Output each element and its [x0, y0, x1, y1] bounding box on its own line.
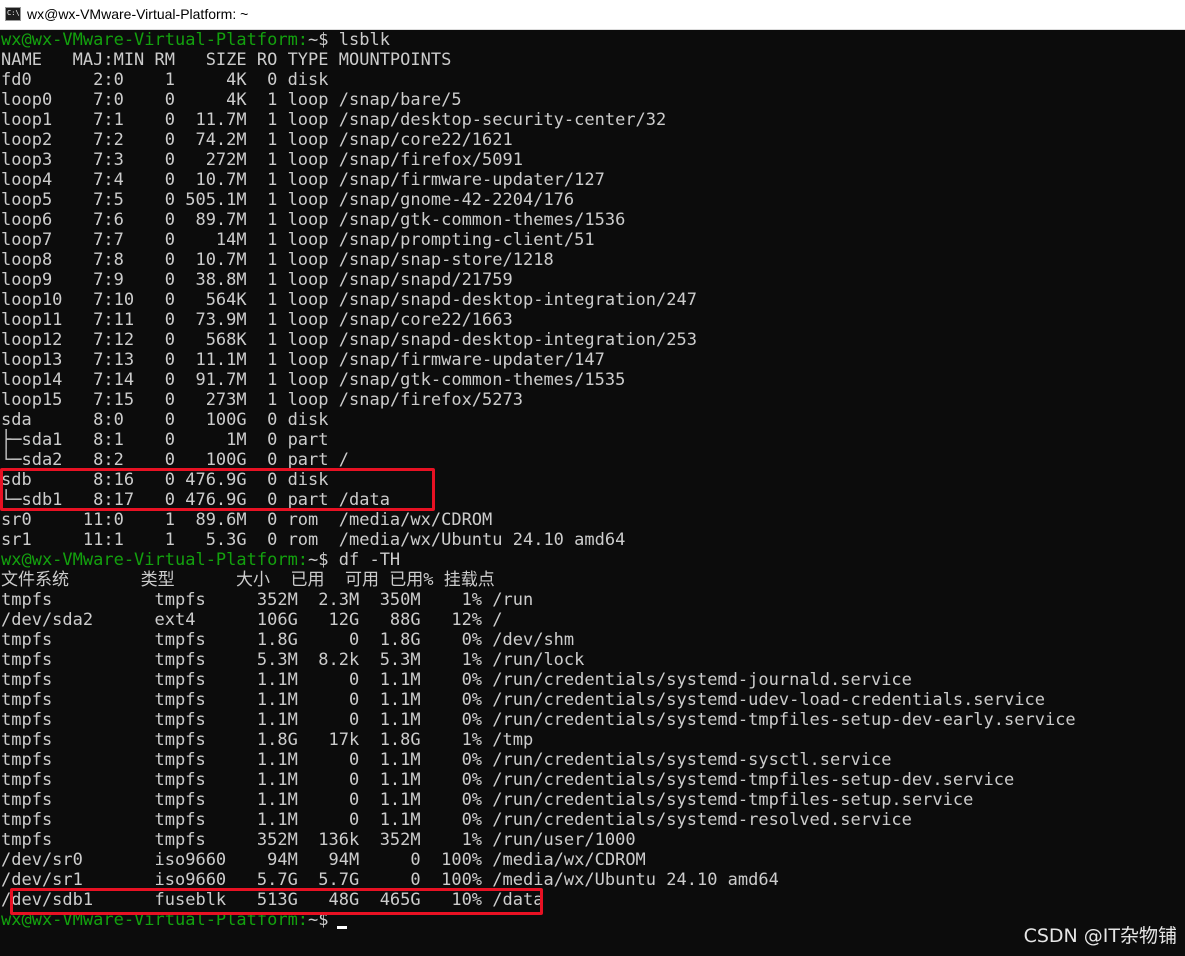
terminal-line: loop14 7:14 0 91.7M 1 loop /snap/gtk-com…	[1, 370, 626, 390]
shell-prompt: wx@wx-VMware-Virtual-Platform:	[1, 550, 309, 570]
terminal-line: loop0 7:0 0 4K 1 loop /snap/bare/5	[1, 90, 462, 110]
window-title: wx@wx-VMware-Virtual-Platform: ~	[27, 6, 249, 22]
terminal-line: /dev/sda2 ext4 106G 12G 88G 12% /	[1, 610, 503, 630]
shell-prompt: wx@wx-VMware-Virtual-Platform:	[1, 30, 309, 50]
terminal-line: tmpfs tmpfs 352M 136k 352M 1% /run/user/…	[1, 830, 636, 850]
terminal-line: sr0 11:0 1 89.6M 0 rom /media/wx/CDROM	[1, 510, 493, 530]
terminal-line: tmpfs tmpfs 1.1M 0 1.1M 0% /run/credenti…	[1, 750, 892, 770]
watermark: CSDN @IT杂物铺	[1023, 925, 1177, 947]
terminal-line: loop1 7:1 0 11.7M 1 loop /snap/desktop-s…	[1, 110, 667, 130]
terminal-line: loop3 7:3 0 272M 1 loop /snap/firefox/50…	[1, 150, 523, 170]
terminal-line: └─sda2 8:2 0 100G 0 part /	[1, 450, 349, 470]
terminal-line: tmpfs tmpfs 1.1M 0 1.1M 0% /run/credenti…	[1, 670, 912, 690]
shell-command: ~$ lsblk	[308, 30, 390, 50]
sdb1-df-highlight-box	[10, 888, 543, 915]
terminal-line: /dev/sr0 iso9660 94M 94M 0 100% /media/w…	[1, 850, 646, 870]
terminal-line: loop8 7:8 0 10.7M 1 loop /snap/snap-stor…	[1, 250, 554, 270]
terminal-line: tmpfs tmpfs 5.3M 8.2k 5.3M 1% /run/lock	[1, 650, 585, 670]
terminal-line: loop4 7:4 0 10.7M 1 loop /snap/firmware-…	[1, 170, 605, 190]
terminal-line: loop2 7:2 0 74.2M 1 loop /snap/core22/16…	[1, 130, 513, 150]
shell-command: ~$ df -TH	[308, 550, 401, 570]
window-titlebar: C:\. wx@wx-VMware-Virtual-Platform: ~	[0, 0, 1185, 30]
terminal-line: fd0 2:0 1 4K 0 disk	[1, 70, 329, 90]
terminal-line: tmpfs tmpfs 1.8G 0 1.8G 0% /dev/shm	[1, 630, 575, 650]
terminal-line: tmpfs tmpfs 1.1M 0 1.1M 0% /run/credenti…	[1, 810, 912, 830]
terminal-line: tmpfs tmpfs 352M 2.3M 350M 1% /run	[1, 590, 534, 610]
terminal-line: wx@wx-VMware-Virtual-Platform:~$ df -TH	[1, 550, 1185, 570]
terminal-line: tmpfs tmpfs 1.1M 0 1.1M 0% /run/credenti…	[1, 790, 974, 810]
terminal-line: loop10 7:10 0 564K 1 loop /snap/snapd-de…	[1, 290, 697, 310]
terminal-line: sda 8:0 0 100G 0 disk	[1, 410, 329, 430]
terminal-line: sr1 11:1 1 5.3G 0 rom /media/wx/Ubuntu 2…	[1, 530, 626, 550]
terminal-line: loop15 7:15 0 273M 1 loop /snap/firefox/…	[1, 390, 523, 410]
terminal-line: loop7 7:7 0 14M 1 loop /snap/prompting-c…	[1, 230, 595, 250]
terminal-line: tmpfs tmpfs 1.1M 0 1.1M 0% /run/credenti…	[1, 770, 1015, 790]
terminal-line: tmpfs tmpfs 1.1M 0 1.1M 0% /run/credenti…	[1, 690, 1045, 710]
terminal-line: tmpfs tmpfs 1.1M 0 1.1M 0% /run/credenti…	[1, 710, 1076, 730]
terminal-line: wx@wx-VMware-Virtual-Platform:~$ lsblk	[1, 30, 1185, 50]
terminal-line: loop6 7:6 0 89.7M 1 loop /snap/gtk-commo…	[1, 210, 626, 230]
terminal-line: ├─sda1 8:1 0 1M 0 part	[1, 430, 329, 450]
terminal-icon: C:\.	[5, 7, 24, 21]
terminal-line: NAME MAJ:MIN RM SIZE RO TYPE MOUNTPOINTS	[1, 50, 452, 70]
terminal-line: 文件系统 类型 大小 已用 可用 已用% 挂载点	[1, 570, 495, 590]
terminal-line: /dev/sr1 iso9660 5.7G 5.7G 0 100% /media…	[1, 870, 779, 890]
terminal-line: loop13 7:13 0 11.1M 1 loop /snap/firmwar…	[1, 350, 605, 370]
terminal-line: tmpfs tmpfs 1.8G 17k 1.8G 1% /tmp	[1, 730, 534, 750]
terminal-line: loop9 7:9 0 38.8M 1 loop /snap/snapd/217…	[1, 270, 513, 290]
terminal-line: loop5 7:5 0 505.1M 1 loop /snap/gnome-42…	[1, 190, 575, 210]
terminal-line: loop12 7:12 0 568K 1 loop /snap/snapd-de…	[1, 330, 697, 350]
text-cursor	[336, 926, 347, 929]
sdb-highlight-box	[0, 468, 435, 511]
terminal-line: loop11 7:11 0 73.9M 1 loop /snap/core22/…	[1, 310, 513, 330]
